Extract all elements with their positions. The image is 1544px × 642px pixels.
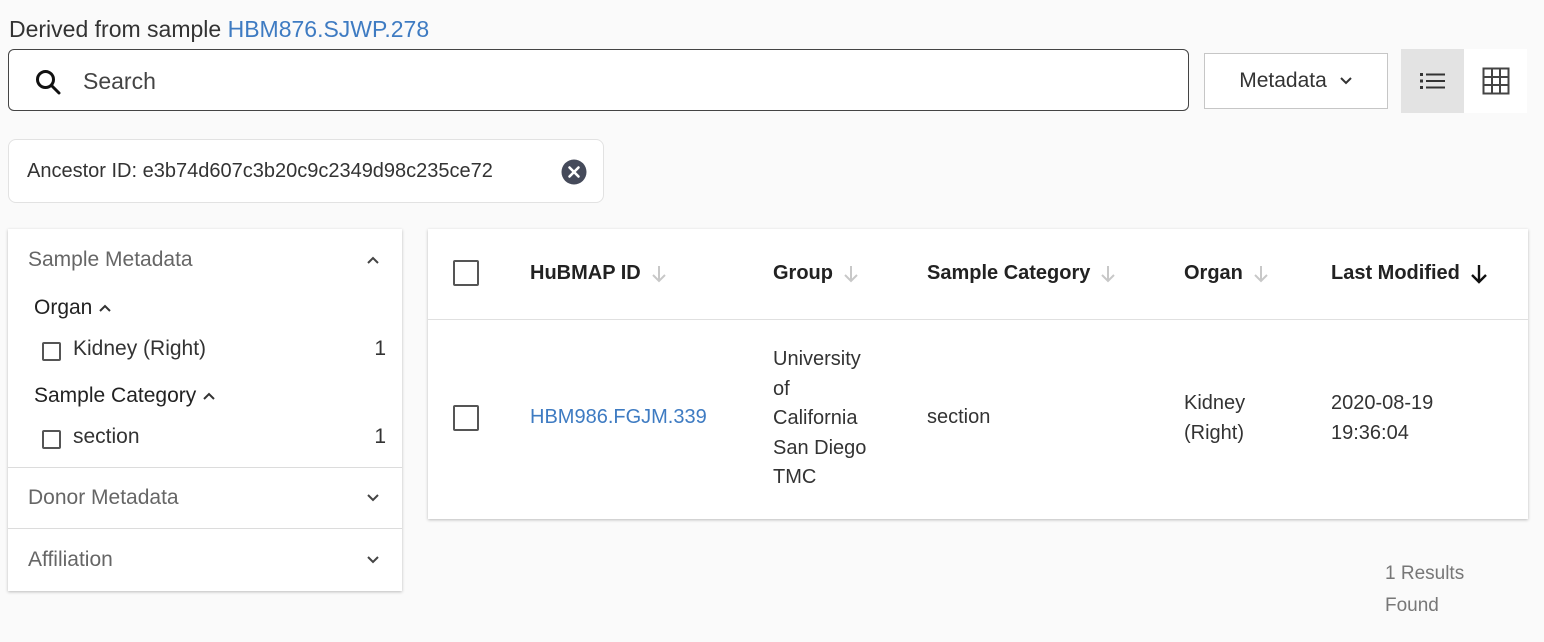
metadata-dropdown-button[interactable]: Metadata — [1204, 53, 1388, 109]
organ-facet-header[interactable]: Organ — [34, 296, 112, 320]
column-header-hubmap-id[interactable]: HuBMAP ID — [530, 262, 667, 285]
sort-arrow-icon — [1101, 265, 1116, 282]
group-cell-line: California — [773, 407, 858, 429]
list-icon — [1419, 73, 1445, 89]
derived-from-prefix: Derived from sample — [9, 16, 222, 42]
view-toggle — [1401, 49, 1528, 113]
chevron-down-icon — [1340, 77, 1352, 85]
organ-cell-line: Kidney — [1184, 392, 1246, 414]
chevron-up-icon — [203, 392, 215, 400]
facet-sidebar: Sample Metadata Organ Kidney (Right) 1 S… — [8, 229, 402, 591]
group-cell: University of California San Diego TMC — [773, 345, 866, 493]
sample-metadata-header[interactable]: Sample Metadata — [28, 248, 193, 272]
facet-option-section[interactable]: section 1 — [42, 422, 386, 452]
facet-option-count: 1 — [374, 425, 386, 448]
group-cell-line: of — [773, 377, 790, 400]
chevron-up-icon — [99, 304, 112, 312]
sort-arrow-icon — [652, 265, 666, 282]
column-header-group[interactable]: Group — [773, 262, 859, 285]
group-cell-line: University — [773, 348, 861, 370]
checkbox[interactable] — [42, 429, 61, 449]
grid-icon — [1482, 67, 1509, 95]
chevron-up-icon[interactable] — [366, 255, 380, 265]
last-modified-time: 19:36:04 — [1331, 421, 1409, 444]
organ-cell-line: (Right) — [1184, 421, 1245, 444]
group-cell-line: San Diego — [773, 436, 867, 459]
organ-cell: Kidney (Right) — [1184, 389, 1245, 448]
facet-option-count: 1 — [374, 337, 386, 360]
organ-facet-title: Organ — [34, 296, 93, 319]
column-header-sample-category[interactable]: Sample Category — [927, 262, 1116, 285]
close-icon[interactable] — [561, 159, 587, 185]
divider — [8, 528, 402, 529]
derived-from-text: Derived from sample HBM876.SJWP.278 — [9, 16, 429, 43]
facet-option-kidney-right[interactable]: Kidney (Right) 1 — [42, 334, 386, 364]
sample-category-cell: section — [927, 406, 991, 428]
column-header-label: HuBMAP ID — [530, 262, 641, 284]
sort-arrow-icon — [844, 265, 858, 282]
select-all-checkbox[interactable] — [453, 260, 479, 286]
column-header-last-modified[interactable]: Last Modified — [1331, 262, 1488, 285]
column-header-label: Group — [773, 262, 833, 284]
list-view-button[interactable] — [1401, 49, 1464, 113]
results-table: HuBMAP ID Group Sample Category Organ La… — [428, 229, 1528, 519]
facet-option-label: Kidney (Right) — [73, 337, 207, 360]
metadata-button-label: Metadata — [1239, 69, 1327, 92]
search-bar[interactable] — [8, 49, 1189, 111]
header-divider — [428, 319, 1528, 320]
sample-category-facet-header[interactable]: Sample Category — [34, 384, 216, 408]
search-input[interactable] — [81, 62, 1165, 100]
last-modified-cell: 2020-08-19 19:36:04 — [1331, 389, 1433, 448]
facet-option-label: section — [73, 425, 140, 448]
sort-arrow-icon — [1254, 265, 1268, 282]
hubmap-id-link[interactable]: HBM986.FGJM.339 — [530, 403, 707, 433]
results-count-line: 1 Results — [1385, 563, 1465, 584]
column-header-label: Sample Category — [927, 262, 1091, 284]
results-count-line: Found — [1385, 595, 1439, 616]
results-count: 1 Results Found — [1385, 558, 1505, 622]
donor-metadata-header[interactable]: Donor Metadata — [28, 486, 179, 510]
chevron-down-icon[interactable] — [366, 493, 380, 503]
group-cell-line: TMC — [773, 466, 817, 488]
checkbox[interactable] — [42, 341, 61, 361]
divider — [8, 467, 402, 468]
sort-arrow-down-icon — [1471, 264, 1487, 284]
last-modified-date: 2020-08-19 — [1331, 392, 1434, 414]
column-header-label: Organ — [1184, 262, 1243, 284]
filter-chip-label: Ancestor ID: e3b74d607c3b20c9c2349d98c23… — [27, 159, 493, 182]
search-icon — [36, 70, 61, 95]
ancestor-filter-chip: Ancestor ID: e3b74d607c3b20c9c2349d98c23… — [8, 139, 604, 203]
sample-link[interactable]: HBM876.SJWP.278 — [228, 16, 430, 42]
sample-category-facet-title: Sample Category — [34, 384, 197, 407]
row-checkbox[interactable] — [453, 405, 479, 431]
grid-view-button[interactable] — [1464, 49, 1527, 113]
column-header-label: Last Modified — [1331, 262, 1460, 284]
column-header-organ[interactable]: Organ — [1184, 262, 1269, 285]
affiliation-header[interactable]: Affiliation — [28, 548, 113, 572]
chevron-down-icon[interactable] — [366, 555, 380, 565]
